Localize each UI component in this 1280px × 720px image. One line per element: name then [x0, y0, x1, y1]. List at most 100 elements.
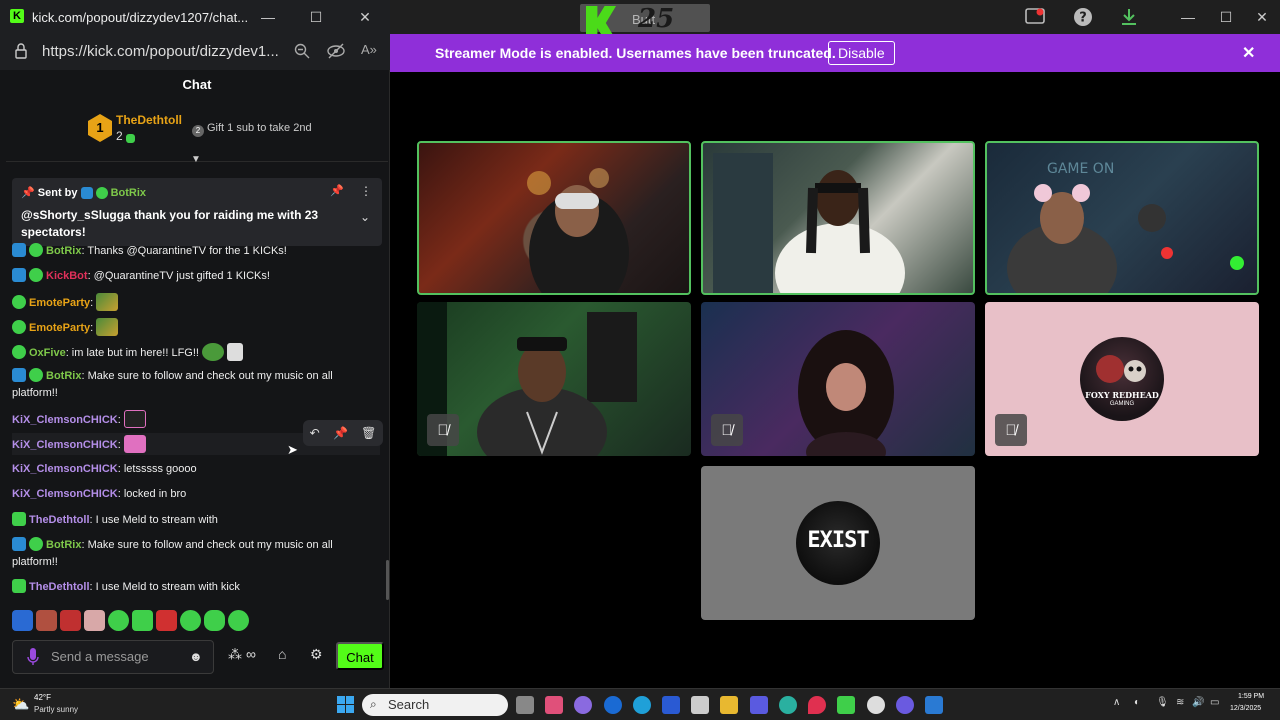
chat-message: OxFive: im late but im here!! LFG!! [12, 343, 368, 362]
leader-username[interactable]: TheDethtoll [116, 113, 182, 127]
tracking-prevention-icon[interactable] [327, 43, 345, 64]
main-maximize-button[interactable]: ☐ [1208, 4, 1244, 30]
delete-icon[interactable]: 🗑 [361, 426, 376, 440]
emote-icon[interactable] [60, 610, 81, 631]
battery-icon[interactable]: ▭ [1210, 697, 1219, 708]
weather-temp[interactable]: 42°F [34, 693, 51, 702]
pin-message-icon[interactable]: 📌 [333, 426, 348, 440]
infinity-icon[interactable]: ∞ [246, 646, 256, 662]
chat-maximize-button[interactable]: ☐ [298, 4, 334, 30]
taskbar-search-input[interactable] [388, 697, 498, 712]
chevron-down-icon[interactable]: ⌄ [360, 210, 370, 224]
windows-taskbar: ⛅ 42°F Partly sunny ⌕ ∧ ◐ 🎙 ≋ 🔊 ▭ 1:59 P… [0, 688, 1280, 720]
chat-input-box[interactable]: ☻ [12, 640, 214, 674]
disable-streamer-mode-button[interactable]: Disable [828, 41, 895, 65]
chat-scrollbar[interactable] [386, 560, 389, 600]
weather-icon[interactable]: ⛅ [12, 696, 29, 713]
message-input[interactable] [51, 649, 181, 664]
app-icon[interactable] [633, 696, 651, 714]
zoom-icon[interactable] [294, 43, 310, 64]
clock-time[interactable]: 1:59 PM [1238, 693, 1264, 700]
message-username[interactable]: OxFive [29, 347, 66, 359]
app-icon[interactable] [925, 696, 943, 714]
message-username[interactable]: BotRix [46, 539, 81, 551]
volume-icon[interactable]: 🔊 [1192, 697, 1204, 708]
emote-icon[interactable] [84, 610, 105, 631]
chat-close-button[interactable]: ✕ [347, 4, 383, 30]
participant-tile-3[interactable]: GAME ON [985, 141, 1259, 295]
windows-start-icon[interactable] [337, 696, 354, 718]
help-icon[interactable]: ? [1072, 6, 1094, 28]
emoji-picker-icon[interactable]: ☻ [189, 649, 203, 664]
read-aloud-icon[interactable]: A» [361, 42, 377, 57]
settings-gear-icon[interactable]: ⚙ [310, 646, 323, 663]
url-text[interactable]: https://kick.com/popout/dizzydev1... [42, 43, 282, 60]
message-username[interactable]: KiX_ClemsonCHICK [12, 488, 118, 500]
emote-icon[interactable] [156, 610, 177, 631]
copilot-icon[interactable] [574, 696, 592, 714]
emote-icon[interactable] [180, 610, 201, 631]
kick-app-icon[interactable] [837, 696, 855, 714]
unpin-icon[interactable]: 📌 [330, 184, 344, 197]
banner-close-icon[interactable]: ✕ [1242, 43, 1255, 63]
emote-icon[interactable] [204, 610, 225, 631]
gift-sub-prompt[interactable]: 2 Gift 1 sub to take 2nd [192, 122, 312, 137]
address-bar[interactable]: https://kick.com/popout/dizzydev1... A» [0, 34, 390, 70]
emote-icon[interactable] [36, 610, 57, 631]
file-explorer-icon[interactable] [720, 696, 738, 714]
message-username[interactable]: TheDethtoll [29, 581, 90, 593]
message-username[interactable]: KickBot [46, 270, 88, 282]
tray-mic-icon[interactable]: 🎙 [1156, 697, 1169, 708]
settings-app-icon[interactable] [867, 696, 885, 714]
maps-icon[interactable] [808, 696, 826, 714]
participant-tile-6[interactable]: FOXY REDHEAD GAMING 🎙̸ [985, 302, 1259, 456]
reply-icon[interactable]: ↶ [310, 426, 320, 440]
message-username[interactable]: EmoteParty [29, 297, 90, 309]
teams-icon[interactable] [750, 696, 768, 714]
emote-icon[interactable] [108, 610, 129, 631]
main-minimize-button[interactable]: — [1170, 4, 1206, 30]
edge-icon[interactable] [779, 696, 797, 714]
zoom-app-icon[interactable] [662, 696, 680, 714]
main-window-title: Butt 25 [580, 4, 710, 40]
emote-icon[interactable] [228, 610, 249, 631]
message-username[interactable]: KiX_ClemsonCHICK [12, 463, 118, 475]
participant-tile-1[interactable] [417, 141, 691, 295]
expand-leaderboard-icon[interactable]: ▼ [191, 154, 201, 165]
clock-date[interactable]: 12/3/2025 [1230, 705, 1261, 712]
message-username[interactable]: KiX_ClemsonCHICK [12, 414, 118, 426]
participant-tile-7[interactable]: EXIST [701, 466, 975, 620]
store-icon[interactable]: ⌂ [278, 646, 286, 662]
message-username[interactable]: BotRix [46, 370, 81, 382]
tray-chevron-icon[interactable]: ∧ [1113, 697, 1120, 708]
microphone-icon[interactable] [27, 648, 39, 671]
avatar-text-1: EXIST [807, 528, 869, 553]
message-username[interactable]: TheDethtoll [29, 514, 90, 526]
emote-icon[interactable] [132, 610, 153, 631]
participant-tile-5[interactable]: 🎙̸ [701, 302, 975, 456]
weather-description[interactable]: Partly sunny [34, 705, 78, 714]
message-username[interactable]: EmoteParty [29, 322, 90, 334]
taskbar-search[interactable]: ⌕ [362, 694, 508, 716]
participant-tile-2[interactable] [701, 141, 975, 295]
message-username[interactable]: KiX_ClemsonCHICK [12, 439, 118, 451]
message-username[interactable]: BotRix [46, 245, 81, 257]
participant-tile-4[interactable]: 🎙̸ [417, 302, 691, 456]
cast-icon[interactable] [1024, 6, 1046, 28]
kick-25-logo-text: 25 [638, 4, 675, 34]
pinned-meta: 📌 Sent by BotRix [21, 187, 147, 199]
send-chat-button[interactable]: Chat [336, 642, 384, 670]
chat-minimize-button[interactable]: — [250, 4, 286, 30]
emote-icon[interactable] [12, 610, 33, 631]
task-view-icon[interactable] [516, 696, 534, 714]
wifi-icon[interactable]: ≋ [1176, 697, 1184, 708]
main-close-button[interactable]: ✕ [1244, 4, 1280, 30]
kicks-icon[interactable]: ⁂ [228, 646, 242, 663]
app-icon[interactable] [545, 696, 563, 714]
store-app-icon[interactable] [691, 696, 709, 714]
hp-icon[interactable] [604, 696, 622, 714]
tray-app-icon[interactable]: ◐ [1134, 697, 1140, 708]
download-icon[interactable] [1118, 6, 1140, 28]
discord-icon[interactable] [896, 696, 914, 714]
more-options-icon[interactable]: ⋮ [360, 184, 372, 198]
